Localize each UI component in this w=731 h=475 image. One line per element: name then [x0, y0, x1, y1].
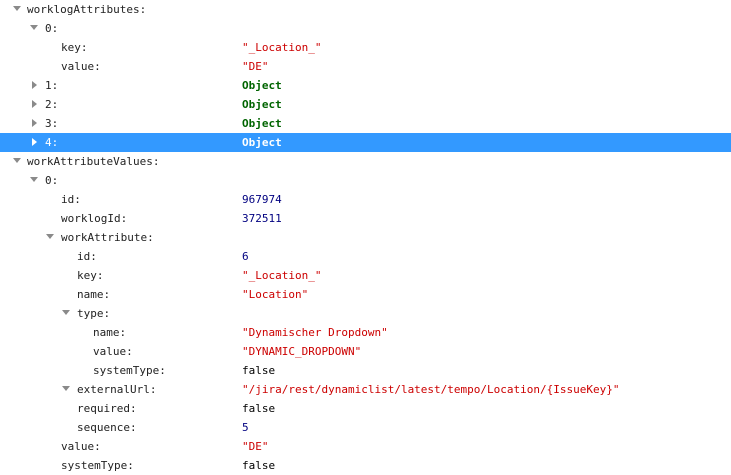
tree-value: Object — [242, 136, 282, 149]
expanded-arrow-icon[interactable] — [13, 6, 21, 11]
tree-row-workattribute[interactable]: workAttribute: — [0, 228, 731, 247]
tree-row-key[interactable]: key: "_Location_" — [0, 266, 731, 285]
collapsed-arrow-icon[interactable] — [32, 119, 37, 127]
collapsed-arrow-icon[interactable] — [32, 81, 37, 89]
tree-row-name[interactable]: name: "Location" — [0, 285, 731, 304]
tree-row-id[interactable]: id: 967974 — [0, 190, 731, 209]
tree-row-0[interactable]: 0: — [0, 171, 731, 190]
tree-value: 372511 — [242, 212, 282, 225]
tree-row-key[interactable]: key: "_Location_" — [0, 38, 731, 57]
tree-key: id: — [61, 193, 81, 206]
tree-value: "DYNAMIC_DROPDOWN" — [242, 345, 362, 358]
tree-key: key: — [61, 41, 88, 54]
tree-row-worklogid[interactable]: worklogId: 372511 — [0, 209, 731, 228]
tree-row-0[interactable]: 0: — [0, 19, 731, 38]
collapsed-arrow-icon[interactable] — [32, 138, 37, 146]
tree-value: "DE" — [242, 440, 269, 453]
tree-row-externalurl[interactable]: externalUrl: "/jira/rest/dynamiclist/lat… — [0, 380, 731, 399]
tree-key: value: — [61, 60, 101, 73]
expanded-arrow-icon[interactable] — [13, 158, 21, 163]
tree-value: "/jira/rest/dynamiclist/latest/tempo/Loc… — [242, 383, 620, 396]
tree-key: name: — [77, 288, 111, 301]
tree-value: 5 — [242, 421, 249, 434]
tree-value: "_Location_" — [242, 269, 322, 282]
tree-key: systemType: — [93, 364, 166, 377]
tree-value: Object — [242, 98, 282, 111]
tree-key: value: — [93, 345, 133, 358]
tree-key: worklogId: — [61, 212, 128, 225]
tree-value: false — [242, 364, 276, 377]
tree-key: required: — [77, 402, 137, 415]
tree-value: false — [242, 459, 276, 472]
tree-key: sequence: — [77, 421, 137, 434]
tree-value: "Dynamischer Dropdown" — [242, 326, 388, 339]
tree-key: worklogAttributes: — [27, 3, 147, 16]
tree-key: 3: — [45, 117, 59, 130]
tree-key: id: — [77, 250, 97, 263]
tree-key: 2: — [45, 98, 59, 111]
tree-key: workAttribute: — [61, 231, 154, 244]
tree-value: 967974 — [242, 193, 282, 206]
tree-row-sequence[interactable]: sequence: 5 — [0, 418, 731, 437]
tree-row-type[interactable]: type: — [0, 304, 731, 323]
tree-row-name[interactable]: name: "Dynamischer Dropdown" — [0, 323, 731, 342]
tree-row-id[interactable]: id: 6 — [0, 247, 731, 266]
tree-key: workAttributeValues: — [27, 155, 160, 168]
tree-key: value: — [61, 440, 101, 453]
tree-value: 6 — [242, 250, 249, 263]
tree-key: name: — [93, 326, 127, 339]
tree-row-4-selected[interactable]: 4: Object — [0, 133, 731, 152]
tree-row-workattributevalues[interactable]: workAttributeValues: — [0, 152, 731, 171]
tree-row-systemtype[interactable]: systemType: false — [0, 456, 731, 475]
tree-value: "_Location_" — [242, 41, 322, 54]
tree-key: key: — [77, 269, 104, 282]
tree-row-required[interactable]: required: false — [0, 399, 731, 418]
tree-row-value[interactable]: value: "DYNAMIC_DROPDOWN" — [0, 342, 731, 361]
expanded-arrow-icon[interactable] — [62, 310, 70, 315]
tree-key: 1: — [45, 79, 59, 92]
tree-value: false — [242, 402, 276, 415]
tree-key: 0: — [45, 22, 59, 35]
tree-row-systemtype[interactable]: systemType: false — [0, 361, 731, 380]
tree-row-value[interactable]: value: "DE" — [0, 57, 731, 76]
tree-row-value[interactable]: value: "DE" — [0, 437, 731, 456]
tree-row-3[interactable]: 3: Object — [0, 114, 731, 133]
collapsed-arrow-icon[interactable] — [32, 100, 37, 108]
tree-value: Object — [242, 79, 282, 92]
expanded-arrow-icon[interactable] — [62, 386, 70, 391]
tree-key: systemType: — [61, 459, 134, 472]
expanded-arrow-icon[interactable] — [46, 234, 54, 239]
json-tree-view: worklogAttributes: 0: key: "_Location_" … — [0, 0, 731, 474]
tree-key: externalUrl: — [77, 383, 157, 396]
tree-key: type: — [77, 307, 111, 320]
tree-row-worklogattributes[interactable]: worklogAttributes: — [0, 0, 731, 19]
expanded-arrow-icon[interactable] — [30, 25, 38, 30]
tree-key: 0: — [45, 174, 59, 187]
tree-value: Object — [242, 117, 282, 130]
tree-key: 4: — [45, 136, 59, 149]
tree-value: "Location" — [242, 288, 309, 301]
expanded-arrow-icon[interactable] — [30, 177, 38, 182]
tree-value: "DE" — [242, 60, 269, 73]
tree-row-1[interactable]: 1: Object — [0, 76, 731, 95]
tree-row-2[interactable]: 2: Object — [0, 95, 731, 114]
